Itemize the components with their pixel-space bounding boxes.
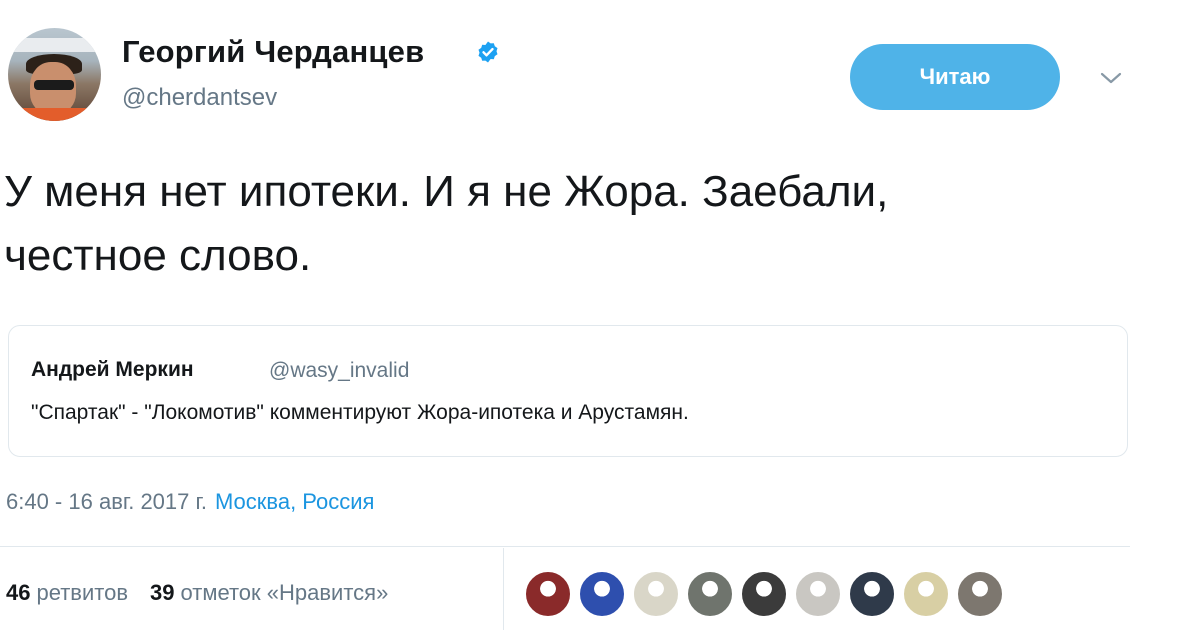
quoted-tweet[interactable]: Андрей Меркин @wasy_invalid "Спартак" - … bbox=[8, 325, 1128, 457]
author-avatar[interactable] bbox=[8, 28, 101, 121]
retweets-count: 46 bbox=[6, 580, 31, 605]
liker-avatar-icon[interactable] bbox=[956, 570, 1004, 618]
quoted-author-name: Андрей Меркин bbox=[31, 358, 194, 381]
tweet-stats: 46 ретвитов 39 отметок «Нравится» bbox=[6, 580, 388, 606]
tweet-location-link[interactable]: Москва, Россия bbox=[215, 489, 374, 515]
liker-avatar-icon[interactable] bbox=[686, 570, 734, 618]
liker-avatar-icon[interactable] bbox=[794, 570, 842, 618]
retweets-stat[interactable]: 46 ретвитов bbox=[6, 580, 128, 606]
quoted-author-handle: @wasy_invalid bbox=[269, 359, 410, 382]
avatar-background-sign bbox=[12, 38, 98, 52]
avatar-sunglasses bbox=[34, 80, 74, 90]
liker-avatar-icon[interactable] bbox=[578, 570, 626, 618]
tweet-card: Георгий Черданцев @cherdantsev Читаю У м… bbox=[0, 0, 1200, 630]
quoted-tweet-text: "Спартак" - "Локомотив" комментируют Жор… bbox=[31, 401, 689, 424]
stats-divider bbox=[0, 546, 1130, 547]
tweet-metadata: 6:40 - 16 авг. 2017 г. Москва, Россия bbox=[6, 489, 374, 515]
tweet-text: У меня нет ипотеки. И я не Жора. Заебали… bbox=[4, 160, 1154, 288]
liker-avatar-icon[interactable] bbox=[740, 570, 788, 618]
tweet-text-line-1: У меня нет ипотеки. И я не Жора. Заебали… bbox=[4, 167, 889, 216]
likers-avatar-list bbox=[524, 570, 1004, 618]
liker-avatar-icon[interactable] bbox=[524, 570, 572, 618]
tweet-text-line-2: честное слово. bbox=[4, 231, 312, 280]
tweet-timestamp[interactable]: 6:40 - 16 авг. 2017 г. bbox=[6, 489, 207, 515]
likes-stat[interactable]: 39 отметок «Нравится» bbox=[150, 580, 388, 606]
following-button[interactable]: Читаю bbox=[850, 44, 1060, 110]
liker-avatar-icon[interactable] bbox=[848, 570, 896, 618]
stats-vertical-divider bbox=[503, 548, 504, 630]
verified-badge-icon bbox=[478, 41, 498, 63]
author-name[interactable]: Георгий Черданцев bbox=[122, 34, 424, 70]
liker-avatar-icon[interactable] bbox=[902, 570, 950, 618]
chevron-down-icon[interactable] bbox=[1098, 68, 1124, 88]
retweets-label: ретвитов bbox=[36, 580, 129, 605]
author-handle[interactable]: @cherdantsev bbox=[122, 84, 277, 112]
liker-avatar-icon[interactable] bbox=[632, 570, 680, 618]
likes-label: отметок «Нравится» bbox=[180, 580, 389, 605]
likes-count: 39 bbox=[150, 580, 175, 605]
avatar-shirt bbox=[14, 108, 94, 121]
